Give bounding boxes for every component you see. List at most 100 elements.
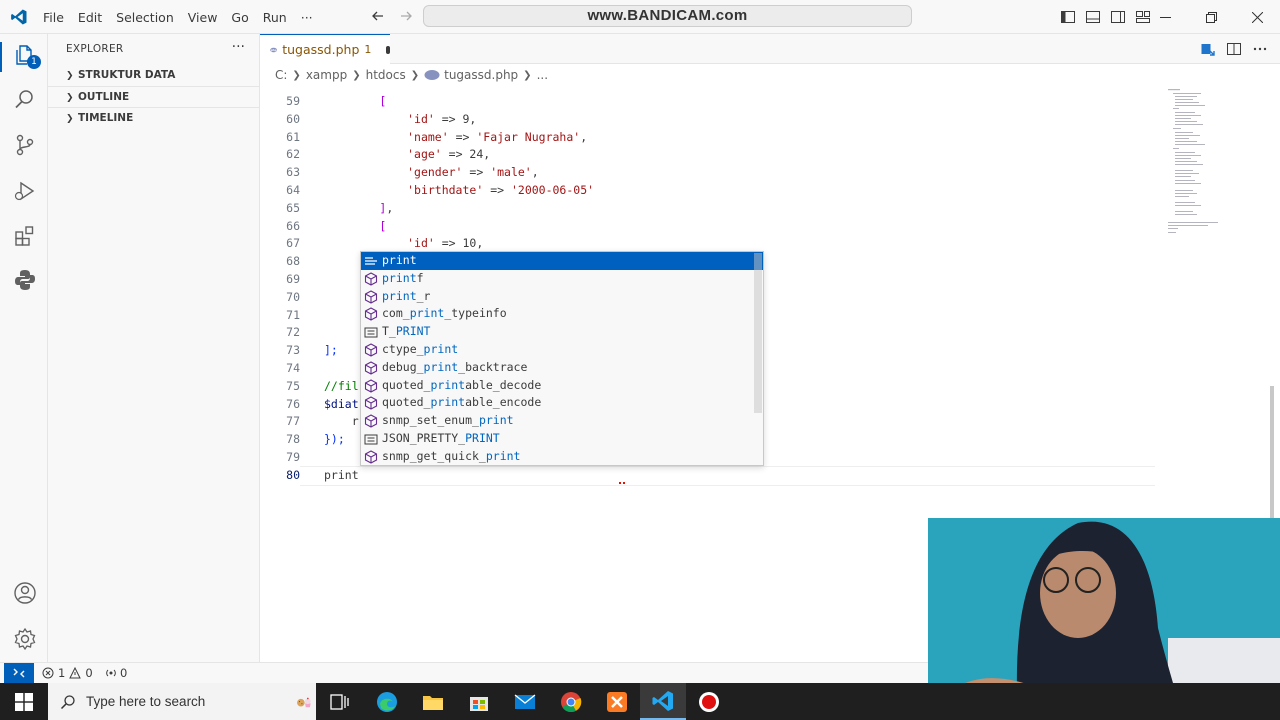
menu-file[interactable]: File bbox=[36, 10, 71, 25]
settings-gear-icon[interactable] bbox=[12, 626, 38, 652]
split-editor-icon[interactable] bbox=[1226, 41, 1242, 57]
ports-indicator[interactable]: 0 bbox=[105, 666, 127, 680]
edge-app[interactable] bbox=[364, 683, 410, 720]
problems-indicator[interactable]: 1 0 bbox=[42, 666, 93, 680]
remote-indicator[interactable] bbox=[4, 663, 34, 683]
minimap[interactable] bbox=[1165, 86, 1225, 236]
breadcrumb-file[interactable]: tugassd.php bbox=[444, 68, 518, 82]
menu-selection[interactable]: Selection bbox=[109, 10, 181, 25]
tab-label: tugassd.php bbox=[282, 42, 360, 57]
close-button[interactable] bbox=[1234, 0, 1280, 34]
suggestion-scrollbar[interactable] bbox=[754, 253, 762, 413]
windows-logo-icon bbox=[15, 692, 33, 711]
task-view-button[interactable] bbox=[316, 683, 362, 720]
line-code: $diat bbox=[324, 396, 359, 411]
menu-run[interactable]: Run bbox=[256, 10, 294, 25]
line-code: [ bbox=[379, 218, 387, 233]
suggestion-match: PRINT bbox=[395, 324, 431, 339]
command-center[interactable]: www.BANDICAM.com bbox=[423, 5, 912, 27]
php-file-icon: php bbox=[270, 47, 278, 52]
menu-more[interactable]: ··· bbox=[294, 10, 320, 25]
minimize-button[interactable] bbox=[1142, 0, 1188, 34]
suggestion-item[interactable]: T_PRINT bbox=[361, 323, 763, 341]
line-code: 'id' => 9, bbox=[407, 111, 477, 126]
suggestion-item[interactable]: ctype_print bbox=[361, 341, 763, 359]
ports-count: 0 bbox=[120, 666, 128, 680]
line-number: 75 bbox=[286, 378, 300, 393]
section-struktur-data[interactable]: ❯ STRUKTUR DATA bbox=[48, 65, 260, 86]
section-outline[interactable]: ❯ OUTLINE bbox=[48, 86, 260, 107]
suggestion-item[interactable]: printf bbox=[361, 270, 763, 288]
suggestion-suffix: able_encode bbox=[465, 395, 542, 410]
mail-app[interactable] bbox=[502, 683, 548, 720]
back-arrow-icon[interactable] bbox=[370, 8, 386, 24]
suggestion-item[interactable]: debug_print_backtrace bbox=[361, 359, 763, 377]
toggle-primary-sidebar-icon[interactable] bbox=[1060, 9, 1076, 25]
method-icon bbox=[364, 378, 378, 393]
suggestion-prefix: JSON_PRETTY_ bbox=[382, 430, 466, 445]
more-actions-icon[interactable] bbox=[1252, 41, 1268, 57]
chevron-right-icon: ❯ bbox=[352, 69, 361, 81]
method-icon bbox=[364, 343, 378, 357]
suggestion-item[interactable]: print bbox=[361, 252, 763, 270]
suggestion-prefix: debug_ bbox=[382, 359, 424, 374]
unsaved-dot-icon[interactable] bbox=[386, 45, 390, 54]
section-label: OUTLINE bbox=[78, 91, 130, 103]
vertical-scrollbar[interactable] bbox=[1270, 386, 1274, 526]
code-line: 61 'name' => 'Fajar Nugraha', bbox=[260, 128, 1160, 146]
source-control-icon[interactable] bbox=[12, 132, 38, 158]
suggestion-suffix: able_decode bbox=[465, 377, 542, 392]
record-icon bbox=[699, 691, 719, 712]
toggle-secondary-sidebar-icon[interactable] bbox=[1110, 9, 1126, 25]
breadcrumb-xampp[interactable]: xampp bbox=[306, 68, 347, 82]
chrome-app[interactable] bbox=[548, 683, 594, 720]
suggestion-prefix: T_ bbox=[382, 324, 396, 339]
cupcake-icon bbox=[297, 697, 311, 707]
suggestion-item[interactable]: print_r bbox=[361, 288, 763, 306]
start-button[interactable] bbox=[0, 683, 48, 720]
suggestion-match: print bbox=[423, 359, 459, 374]
code-line: 66 [ bbox=[260, 217, 1160, 235]
suggestion-item[interactable]: quoted_printable_decode bbox=[361, 377, 763, 395]
breadcrumb-drive[interactable]: C: bbox=[275, 68, 287, 82]
python-icon[interactable] bbox=[12, 267, 38, 293]
account-icon[interactable] bbox=[12, 580, 38, 606]
menu-view[interactable]: View bbox=[181, 10, 225, 25]
method-icon bbox=[364, 361, 378, 375]
vscode-logo-icon bbox=[11, 9, 27, 25]
close-icon bbox=[1251, 11, 1263, 23]
extensions-icon[interactable] bbox=[12, 223, 38, 249]
line-code: 'birthdate' => '2000-06-05' bbox=[407, 183, 595, 197]
section-timeline[interactable]: ❯ TIMELINE bbox=[48, 107, 260, 128]
run-debug-icon[interactable] bbox=[12, 178, 38, 204]
menu-go[interactable]: Go bbox=[224, 10, 255, 25]
file-explorer-app[interactable] bbox=[410, 683, 456, 720]
xampp-app[interactable] bbox=[594, 683, 640, 720]
vscode-app[interactable] bbox=[640, 683, 686, 720]
breadcrumb-htdocs[interactable]: htdocs bbox=[366, 68, 406, 82]
line-number: 62 bbox=[286, 147, 300, 162]
line-code: }); bbox=[324, 432, 345, 447]
suggestion-item[interactable]: snmp_get_quick_print bbox=[361, 448, 763, 466]
explorer-more-button[interactable]: ··· bbox=[232, 39, 245, 55]
suggestion-item[interactable]: quoted_printable_encode bbox=[361, 394, 763, 412]
breadcrumb-symbol[interactable]: ... bbox=[537, 68, 548, 82]
active-indicator bbox=[0, 42, 2, 72]
taskbar-search[interactable]: Type here to search bbox=[48, 683, 316, 720]
constant-icon bbox=[364, 434, 378, 445]
toggle-panel-icon[interactable] bbox=[1085, 9, 1101, 25]
menu-edit[interactable]: Edit bbox=[71, 10, 109, 25]
search-icon[interactable] bbox=[12, 86, 38, 112]
open-preview-icon[interactable] bbox=[1200, 41, 1216, 57]
bandicam-app[interactable] bbox=[686, 683, 732, 720]
tab-tugassd-php[interactable]: php tugassd.php 1 bbox=[260, 34, 390, 64]
suggestion-item[interactable]: snmp_set_enum_print bbox=[361, 412, 763, 430]
store-app[interactable] bbox=[456, 683, 502, 720]
restore-button[interactable] bbox=[1188, 0, 1234, 34]
forward-arrow-icon[interactable] bbox=[398, 8, 414, 24]
suggestion-item[interactable]: JSON_PRETTY_PRINT bbox=[361, 430, 763, 448]
suggestion-item[interactable]: com_print_typeinfo bbox=[361, 305, 763, 323]
suggestion-suffix: _typeinfo bbox=[444, 306, 507, 321]
tab-problem-count: 1 bbox=[364, 43, 372, 56]
section-label: TIMELINE bbox=[78, 112, 134, 124]
